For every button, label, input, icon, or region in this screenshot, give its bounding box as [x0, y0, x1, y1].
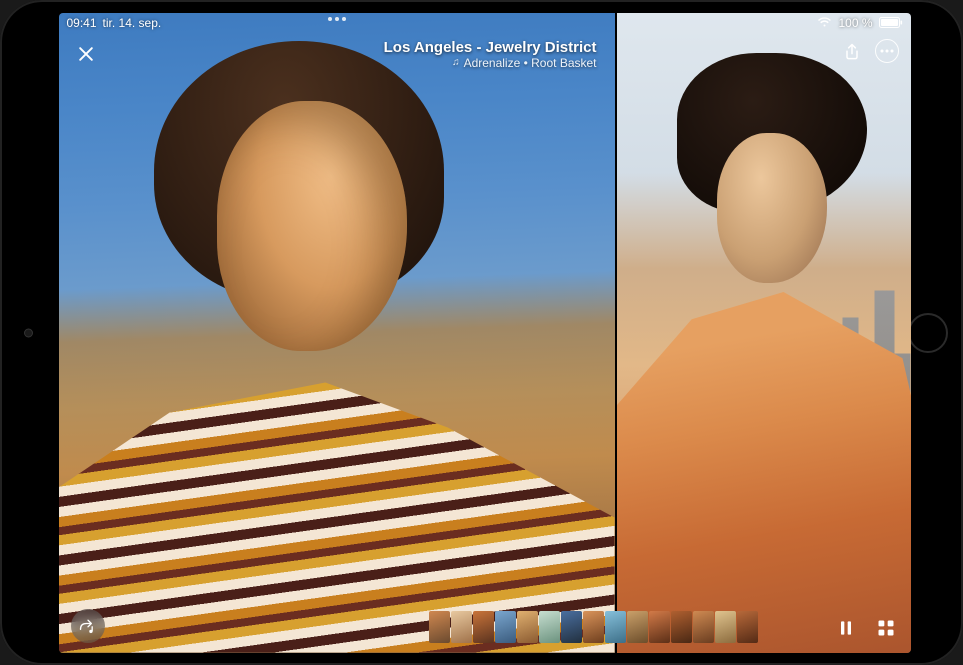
- timeline-thumbnail[interactable]: [671, 611, 692, 643]
- status-bar-right: 100 %: [617, 13, 911, 33]
- timeline-thumbnail[interactable]: [627, 611, 648, 643]
- timeline-thumbnail[interactable]: [473, 611, 494, 643]
- photo-portrait-left: [59, 13, 615, 653]
- memory-title: Los Angeles - Jewelry District: [384, 39, 597, 56]
- status-bar: 09:41 tir. 14. sep.: [59, 13, 615, 33]
- timeline-thumbnail[interactable]: [649, 611, 670, 643]
- timeline-thumbnail[interactable]: [495, 611, 516, 643]
- pause-icon: [836, 618, 856, 638]
- timeline-thumbnail[interactable]: [693, 611, 714, 643]
- timeline-thumbnail[interactable]: [561, 611, 582, 643]
- memory-pane-left[interactable]: 09:41 tir. 14. sep. Los Angeles - Jewelr…: [59, 13, 617, 653]
- timeline-thumbnail[interactable]: [715, 611, 736, 643]
- close-button[interactable]: [73, 41, 99, 67]
- status-date: tir. 14. sep.: [103, 16, 162, 30]
- browse-grid-button[interactable]: [873, 615, 899, 641]
- photo-portrait-right: [617, 13, 911, 653]
- wifi-icon: [817, 17, 832, 28]
- memory-mixes-button[interactable]: [71, 609, 105, 643]
- ellipsis-icon: [880, 49, 894, 53]
- memory-pane-right[interactable]: 100 %: [617, 13, 911, 653]
- status-time: 09:41: [67, 16, 97, 30]
- memory-split-view: 09:41 tir. 14. sep. Los Angeles - Jewelr…: [59, 13, 911, 653]
- battery-icon: [879, 17, 903, 28]
- music-note-icon: ♫: [452, 57, 460, 68]
- more-button[interactable]: [875, 39, 899, 63]
- home-button[interactable]: [908, 313, 948, 353]
- share-button[interactable]: [839, 39, 865, 65]
- grid-icon: [876, 618, 896, 638]
- timeline-thumbnail[interactable]: [539, 611, 560, 643]
- memory-title-block[interactable]: Los Angeles - Jewelry District ♫ Adrenal…: [384, 39, 597, 70]
- timeline-thumbnail[interactable]: [737, 611, 758, 643]
- timeline-filmstrip[interactable]: [429, 611, 758, 643]
- memory-mix-icon: [78, 616, 98, 636]
- timeline-thumbnail[interactable]: [429, 611, 450, 643]
- timeline-thumbnail[interactable]: [451, 611, 472, 643]
- share-icon: [842, 42, 862, 62]
- battery-percent: 100 %: [838, 16, 872, 30]
- front-camera: [24, 328, 33, 337]
- pause-button[interactable]: [833, 615, 859, 641]
- multitask-indicator[interactable]: [328, 17, 346, 21]
- timeline-thumbnail[interactable]: [605, 611, 626, 643]
- timeline-thumbnail[interactable]: [517, 611, 538, 643]
- ipad-device-frame: 09:41 tir. 14. sep. Los Angeles - Jewelr…: [0, 0, 963, 665]
- screen: 09:41 tir. 14. sep. Los Angeles - Jewelr…: [59, 13, 911, 653]
- memory-music-track: Adrenalize • Root Basket: [464, 56, 597, 70]
- close-icon: [76, 44, 96, 64]
- timeline-thumbnail[interactable]: [583, 611, 604, 643]
